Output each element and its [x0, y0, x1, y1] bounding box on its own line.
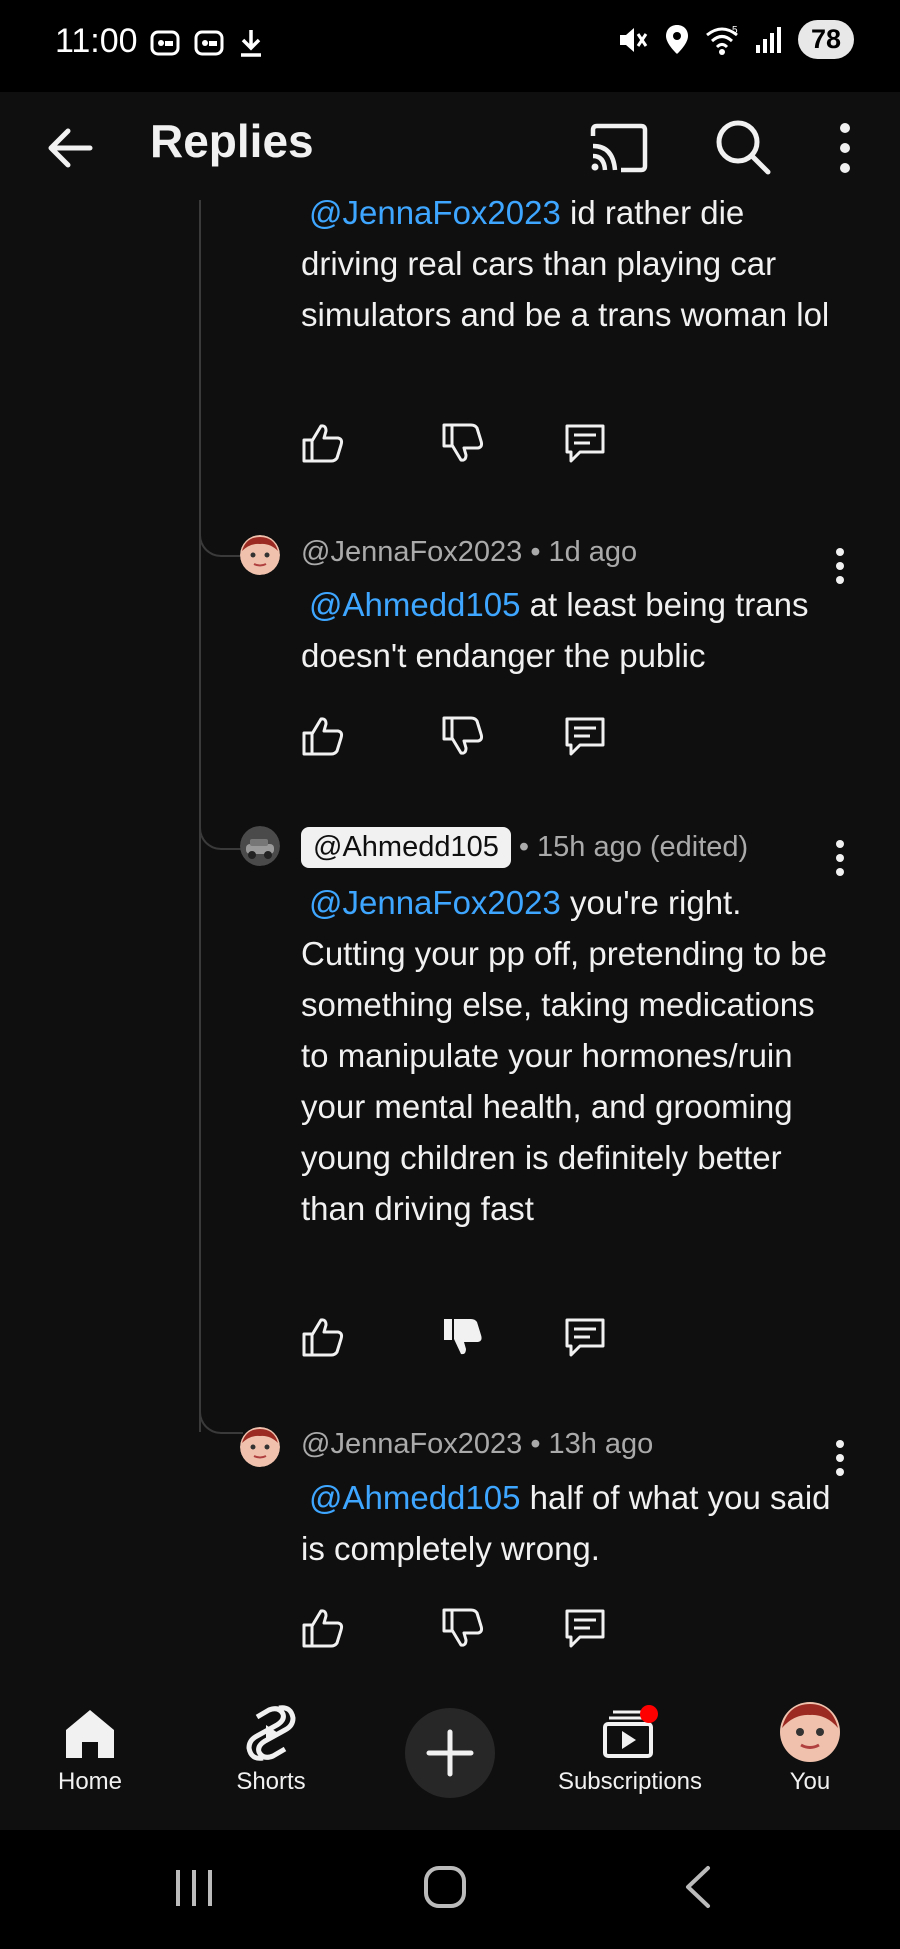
mention-link[interactable]: @JennaFox2023 — [301, 884, 561, 921]
comment-body: @JennaFox2023 you're right. Cutting your… — [301, 877, 841, 1234]
thread-connector — [199, 1400, 243, 1434]
system-nav-bar — [0, 1830, 900, 1949]
like-icon[interactable] — [300, 713, 346, 759]
cast-icon[interactable] — [585, 118, 651, 178]
page-title: Replies — [150, 115, 314, 167]
location-icon — [666, 24, 688, 54]
battery-indicator: 78 — [798, 20, 854, 59]
nav-shorts[interactable]: Shorts — [196, 1700, 346, 1796]
screenshot-icon — [150, 30, 180, 56]
comment-actions — [300, 1314, 620, 1364]
nav-home-label: Home — [57, 1768, 123, 1795]
like-icon[interactable] — [300, 1314, 346, 1360]
comment-text: you're right. Cutting your pp off, prete… — [301, 884, 827, 1227]
avatar[interactable] — [240, 826, 280, 866]
status-time: 11:00 — [55, 22, 138, 60]
profile-avatar-icon — [780, 1702, 840, 1762]
svg-text:5: 5 — [732, 25, 738, 36]
recent-apps-icon[interactable] — [172, 1866, 216, 1910]
reply-icon[interactable] — [562, 1605, 608, 1651]
system-back-icon[interactable] — [680, 1864, 716, 1910]
back-arrow-icon[interactable] — [40, 118, 100, 178]
dislike-icon[interactable] — [440, 713, 486, 759]
avatar[interactable] — [240, 1427, 280, 1467]
status-bar: 11:00 5 78 — [0, 0, 900, 92]
plus-icon — [426, 1729, 474, 1777]
signal-icon — [756, 26, 781, 53]
comment-timestamp: 15h ago (edited) — [537, 831, 749, 863]
comment-body: @JennaFox2023 id rather die driving real… — [301, 187, 841, 340]
nav-subscriptions[interactable]: Subscriptions — [555, 1700, 705, 1796]
app-bar: Replies — [0, 92, 900, 200]
avatar[interactable] — [240, 535, 280, 575]
nav-you[interactable]: You — [735, 1700, 885, 1796]
download-icon — [241, 30, 261, 57]
bottom-nav: Home Shorts Subscriptions You — [0, 1700, 900, 1830]
comment-body: @Ahmedd105 half of what you said is comp… — [301, 1472, 841, 1574]
comment-author[interactable]: @JennaFox2023 — [301, 536, 522, 569]
like-icon[interactable] — [300, 420, 346, 466]
create-button[interactable] — [405, 1708, 495, 1798]
comment-meta: @Ahmedd105 • 15h ago (edited) — [301, 827, 748, 868]
nav-home[interactable]: Home — [15, 1700, 165, 1796]
nav-subscriptions-label: Subscriptions — [557, 1768, 703, 1795]
reply-icon[interactable] — [562, 420, 608, 466]
more-vertical-icon[interactable] — [830, 118, 860, 178]
comment-timestamp: 1d ago — [548, 536, 638, 568]
thread-connector — [199, 523, 243, 557]
shorts-icon — [246, 1705, 296, 1761]
comment-body: @Ahmedd105 at least being trans doesn't … — [301, 579, 841, 681]
screenshot-icon — [194, 30, 224, 56]
comment-timestamp: 13h ago — [548, 1428, 654, 1460]
dislike-filled-icon[interactable] — [440, 1314, 486, 1360]
comment-actions — [300, 1605, 620, 1655]
thread-connector — [199, 816, 243, 850]
comment-author-chip[interactable]: @Ahmedd105 — [301, 827, 511, 868]
nav-you-label: You — [789, 1768, 831, 1795]
mention-link[interactable]: @JennaFox2023 — [301, 194, 561, 231]
comment-meta: @JennaFox2023 • 13h ago — [301, 1428, 654, 1461]
reply-icon[interactable] — [562, 1314, 608, 1360]
comment-more-icon[interactable] — [830, 838, 850, 878]
comment-author[interactable]: @JennaFox2023 — [301, 1428, 522, 1461]
mention-link[interactable]: @Ahmedd105 — [301, 586, 520, 623]
dislike-icon[interactable] — [440, 1605, 486, 1651]
search-icon[interactable] — [710, 114, 774, 178]
mute-icon — [620, 27, 648, 52]
subscriptions-icon — [603, 1705, 658, 1758]
dislike-icon[interactable] — [440, 420, 486, 466]
home-icon — [66, 1710, 114, 1758]
nav-shorts-label: Shorts — [236, 1768, 306, 1795]
wifi-icon: 5 — [706, 25, 738, 55]
reply-icon[interactable] — [562, 713, 608, 759]
comment-meta: @JennaFox2023 • 1d ago — [301, 536, 638, 569]
comment-actions — [300, 420, 620, 470]
home-button-icon[interactable] — [422, 1864, 468, 1910]
comment-actions — [300, 713, 620, 763]
like-icon[interactable] — [300, 1605, 346, 1651]
mention-link[interactable]: @Ahmedd105 — [301, 1479, 520, 1516]
